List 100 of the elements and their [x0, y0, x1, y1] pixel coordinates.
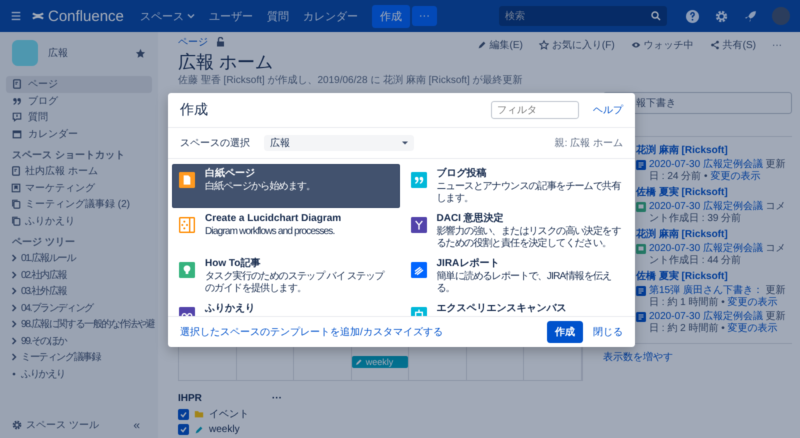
space-select-label: スペースの選択: [180, 137, 250, 150]
bookmark-icon: [11, 182, 21, 193]
page-tree-item[interactable]: 04.ブランディング: [21, 300, 93, 315]
page-tree-item[interactable]: 01.広報ルール: [21, 251, 76, 266]
filter-field[interactable]: フィルタ: [491, 101, 579, 119]
parent-page-text: 親: 広報 ホーム: [554, 136, 623, 150]
create-button[interactable]: 作成: [547, 321, 583, 343]
calendar-name: イベント: [209, 408, 249, 421]
copy-icon: [11, 216, 21, 226]
template-item[interactable]: JIRAレポート 簡単に読めるレポートで、JIRA情報を伝える。: [404, 254, 631, 298]
page-link[interactable]: 2020-07-30 広報定例会議: [649, 201, 763, 212]
sidebar-item[interactable]: ページ: [6, 76, 152, 92]
byline-text: 佐藤 聖香 [Ricksoft] が作成し、2019/06/28 に 花渕 麻南 [Ricksoft] が最終更新: [178, 75, 524, 87]
chevron-icon[interactable]: [11, 270, 17, 279]
calendar-group-title: IHPR: [178, 393, 202, 404]
activity-entry: 2020-07-30 広報定例会議 更新日 : 約 2 時間前 • 変更の表示: [649, 311, 787, 335]
chevron-icon[interactable]: [11, 320, 17, 328]
help-icon[interactable]: [686, 10, 699, 22]
chevron-icon[interactable]: [11, 353, 17, 362]
caret-icon: [402, 140, 408, 146]
template-item[interactable]: 白紙ページ 白紙ページから始めます。: [172, 164, 400, 208]
checkbox[interactable]: [178, 424, 189, 435]
logo-icon: [32, 10, 44, 22]
page-title: 広報 ホーム: [178, 51, 274, 73]
page-icon: [11, 166, 21, 176]
template-item[interactable]: ふりかえり: [172, 299, 400, 316]
settings-icon[interactable]: [715, 10, 728, 22]
page-tree-item[interactable]: 99.そのほか: [21, 334, 67, 348]
star-icon: [538, 40, 549, 50]
settings-icon: [12, 420, 22, 430]
checkbox[interactable]: [178, 408, 189, 420]
edit-action[interactable]: 編集(E): [474, 37, 525, 53]
page-link[interactable]: 2020-07-30 広報定例会議: [649, 243, 763, 254]
breadcrumb-link[interactable]: ページ: [178, 35, 208, 49]
chevron-icon[interactable]: [11, 287, 17, 296]
chevron-icon[interactable]: [11, 254, 17, 262]
section-heading: スペース ショートカット: [11, 149, 126, 163]
collapse-button[interactable]: «: [127, 418, 146, 432]
chevron-icon[interactable]: [11, 304, 17, 312]
search-icon: [651, 11, 661, 21]
app-logo-text[interactable]: Confluence: [48, 8, 124, 24]
page-tree-item[interactable]: 03.社外広報: [21, 284, 67, 298]
star-icon[interactable]: [135, 48, 146, 58]
more-menu[interactable]: ···: [272, 393, 282, 404]
shortcut-link[interactable]: ふりかえり: [25, 214, 75, 228]
share-icon: [710, 40, 720, 50]
more-button[interactable]: ···: [412, 6, 437, 26]
nav-menu-item[interactable]: カレンダー: [296, 4, 364, 28]
sidebar-item[interactable]: 質問: [6, 109, 152, 126]
activity-entry: 2020-07-30 広報定例会議 コメント作成日 : 44 分前: [649, 243, 787, 267]
template-item[interactable]: DACI 意思決定 影響力の強い、またはリスクの高い決定をするための役割と責任を決定してください。: [404, 209, 631, 253]
create-button[interactable]: 作成: [372, 4, 410, 28]
star-action[interactable]: お気に入り(F): [536, 37, 617, 53]
nav-menu-item[interactable]: スペース: [134, 4, 201, 28]
changes-link[interactable]: 変更の表示: [728, 323, 778, 334]
sidebar-item[interactable]: カレンダー: [6, 126, 152, 142]
template-item[interactable]: エクスペリエンスキャンバス: [404, 299, 631, 316]
activity-entry: 2020-07-30 広報定例会議 コメント作成日 : 39 分前: [649, 201, 787, 225]
page-link[interactable]: 第15弾 廣田さん下書き：: [649, 285, 763, 296]
shortcut-link[interactable]: マーケティング: [25, 180, 95, 195]
page-tree-item[interactable]: 02.社内広報: [21, 268, 67, 282]
space-dropdown[interactable]: 広報: [264, 135, 414, 151]
page-tree-item[interactable]: 98.広報に関する一般的な作法や避: [21, 317, 155, 332]
page-tree-item[interactable]: ふりかえり: [21, 366, 66, 381]
pencil-icon: [354, 358, 363, 366]
space-name[interactable]: 広報: [48, 46, 125, 60]
calendar-name: weekly: [209, 424, 240, 435]
copy-icon: [11, 199, 21, 210]
watch-action[interactable]: ウォッチ中: [628, 37, 696, 53]
shortcut-link[interactable]: ミーティング議事録 (2): [25, 197, 130, 212]
calendar-event[interactable]: weekly: [352, 356, 408, 368]
changes-link[interactable]: 変更の表示: [710, 171, 760, 182]
shortcut-link[interactable]: 社内広報 ホーム: [25, 164, 98, 178]
template-item[interactable]: How To記事 タスク実行のためのステップ バイ ステップのガイドを提供します。: [172, 254, 400, 298]
changes-link[interactable]: 変更の表示: [728, 297, 778, 308]
chevron-icon[interactable]: [11, 336, 17, 345]
eye-icon: [630, 40, 641, 50]
nav-menu-item[interactable]: 質問: [260, 4, 295, 28]
page-link[interactable]: 2020-07-30 広報定例会議: [649, 311, 763, 322]
dialog-title: 作成: [180, 101, 209, 119]
calendar-icon: [12, 128, 22, 139]
page-link[interactable]: 2020-07-30 広報定例会議: [649, 159, 763, 170]
more-action[interactable]: ···: [770, 37, 784, 53]
section-heading: ページ ツリー: [11, 236, 76, 250]
speech-bubble-icon: [12, 112, 22, 122]
activity-entry: 2020-07-30 広報定例会議 更新日 : 24 分前 • 変更の表示: [649, 159, 787, 183]
rocket-icon[interactable]: [744, 10, 757, 22]
search-field[interactable]: 検索: [499, 6, 667, 26]
page-tree-item[interactable]: ミーティング議事録: [21, 350, 100, 364]
share-action[interactable]: 共有(S): [708, 37, 758, 53]
pencil-icon: [194, 424, 204, 434]
space-tools-link[interactable]: スペース ツール: [26, 418, 124, 432]
unlock-icon[interactable]: [216, 37, 225, 47]
menu-icon[interactable]: [10, 10, 22, 22]
activity-entry: 第15弾 廣田さん下書き： 更新日 : 約 1 時間前 • 変更の表示: [649, 285, 787, 309]
sidebar-item[interactable]: ブログ: [6, 92, 152, 109]
nav-menu-item[interactable]: ユーザー: [202, 4, 259, 28]
template-item[interactable]: ブログ投稿 ニュースとアナウンスの記事をチームで共有します。: [404, 164, 631, 208]
close-button[interactable]: 閉じる: [593, 325, 623, 339]
template-item[interactable]: Create a Lucidchart Diagram Diagram workflows and processes.: [172, 209, 400, 253]
